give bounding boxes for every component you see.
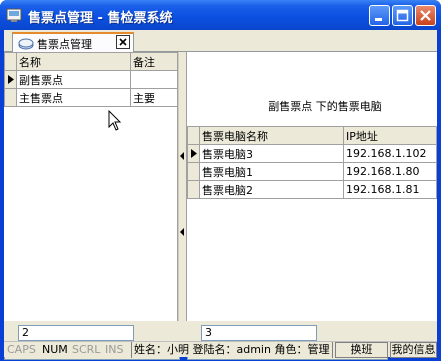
header-indicator-cell	[4, 52, 17, 71]
window-title: 售票点管理 - 售检票系统	[28, 11, 173, 26]
header-indicator-cell	[187, 126, 200, 145]
caps-indicator: CAPS	[7, 343, 36, 356]
record-count-field[interactable]: 2	[18, 325, 134, 341]
ticket-computer-grid: 售票电脑名称 IP地址 售票电脑3 192.168.1.102 售票电脑1 19…	[187, 126, 437, 199]
maximize-icon	[396, 9, 409, 22]
tab-strip: 售票点管理	[4, 30, 437, 53]
splitter-left-arrow-icon	[180, 228, 184, 236]
grid-header-row: 售票电脑名称 IP地址	[187, 126, 437, 145]
minimize-icon	[375, 18, 382, 21]
table-row[interactable]: 售票电脑3 192.168.1.102	[187, 144, 437, 163]
user-info: 姓名：小明 登陆名：admin 角色：管理	[131, 342, 333, 358]
column-header-name[interactable]: 名称	[16, 52, 131, 71]
cell-ip[interactable]: 192.168.1.102	[343, 144, 437, 163]
tab-close-icon	[119, 38, 127, 46]
ins-indicator: INS	[105, 343, 124, 356]
grid-header-row: 名称 备注	[4, 52, 178, 71]
tab-close-button[interactable]	[116, 35, 130, 49]
switch-shift-button[interactable]: 换班	[335, 342, 388, 358]
app-window: 售票点管理 - 售检票系统 售票点管理 名称 备注 副售票点 主售票点 主要 副…	[0, 0, 441, 361]
cell-ip[interactable]: 192.168.1.81	[343, 180, 437, 199]
minimize-button[interactable]	[369, 5, 390, 26]
app-icon	[6, 8, 22, 22]
ticket-computer-panel: 副售票点 下的售票电脑 售票电脑名称 IP地址 售票电脑3 192.168.1.…	[187, 52, 437, 321]
row-indicator	[187, 162, 200, 181]
my-info-button[interactable]: 我的信息	[390, 342, 437, 358]
ticket-point-grid: 名称 备注 副售票点 主售票点 主要	[4, 52, 178, 107]
cell-name[interactable]: 副售票点	[16, 70, 131, 89]
row-indicator	[187, 144, 200, 163]
tab-ticket-point-management[interactable]: 售票点管理	[12, 32, 134, 53]
cell-computer-name[interactable]: 售票电脑3	[199, 144, 344, 163]
cell-computer-name[interactable]: 售票电脑1	[199, 162, 344, 181]
record-count-field[interactable]: 3	[201, 325, 317, 341]
table-row[interactable]: 副售票点	[4, 70, 178, 89]
tab-label: 售票点管理	[37, 38, 92, 51]
cell-note[interactable]	[130, 70, 178, 89]
cell-name[interactable]: 主售票点	[16, 88, 131, 107]
row-indicator	[4, 70, 17, 89]
panel-caption: 副售票点 下的售票电脑	[268, 100, 382, 113]
row-indicator	[4, 88, 17, 107]
num-indicator: NUM	[42, 343, 68, 356]
mouse-cursor-icon	[108, 110, 122, 131]
ticket-point-panel: 名称 备注 副售票点 主售票点 主要	[4, 52, 178, 321]
cell-computer-name[interactable]: 售票电脑2	[199, 180, 344, 199]
table-row[interactable]: 售票电脑2 192.168.1.81	[187, 180, 437, 199]
row-indicator	[187, 180, 200, 199]
cell-ip[interactable]: 192.168.1.80	[343, 162, 437, 181]
close-button[interactable]	[415, 5, 436, 26]
title-bar[interactable]: 售票点管理 - 售检票系统	[0, 0, 441, 30]
table-row[interactable]: 主售票点 主要	[4, 88, 178, 107]
maximize-button[interactable]	[392, 5, 413, 26]
row-indicator-icon	[190, 149, 197, 158]
scrl-indicator: SCRL	[72, 343, 101, 356]
table-row[interactable]: 售票电脑1 192.168.1.80	[187, 162, 437, 181]
column-header-note[interactable]: 备注	[130, 52, 178, 71]
cell-note[interactable]: 主要	[130, 88, 178, 107]
tab-icon	[18, 38, 34, 50]
panel-splitter[interactable]	[178, 52, 187, 321]
splitter-left-arrow-icon	[180, 152, 184, 160]
status-bar: CAPS NUM SCRL INS 姓名：小明 登陆名：admin 角色：管理 …	[4, 341, 437, 358]
close-icon	[420, 10, 431, 21]
column-header-computer-name[interactable]: 售票电脑名称	[199, 126, 344, 145]
row-indicator-icon	[7, 75, 14, 84]
client-area: 售票点管理 名称 备注 副售票点 主售票点 主要 副售票点 下的售票电脑 售票电…	[4, 30, 437, 360]
column-header-ip[interactable]: IP地址	[343, 126, 437, 145]
